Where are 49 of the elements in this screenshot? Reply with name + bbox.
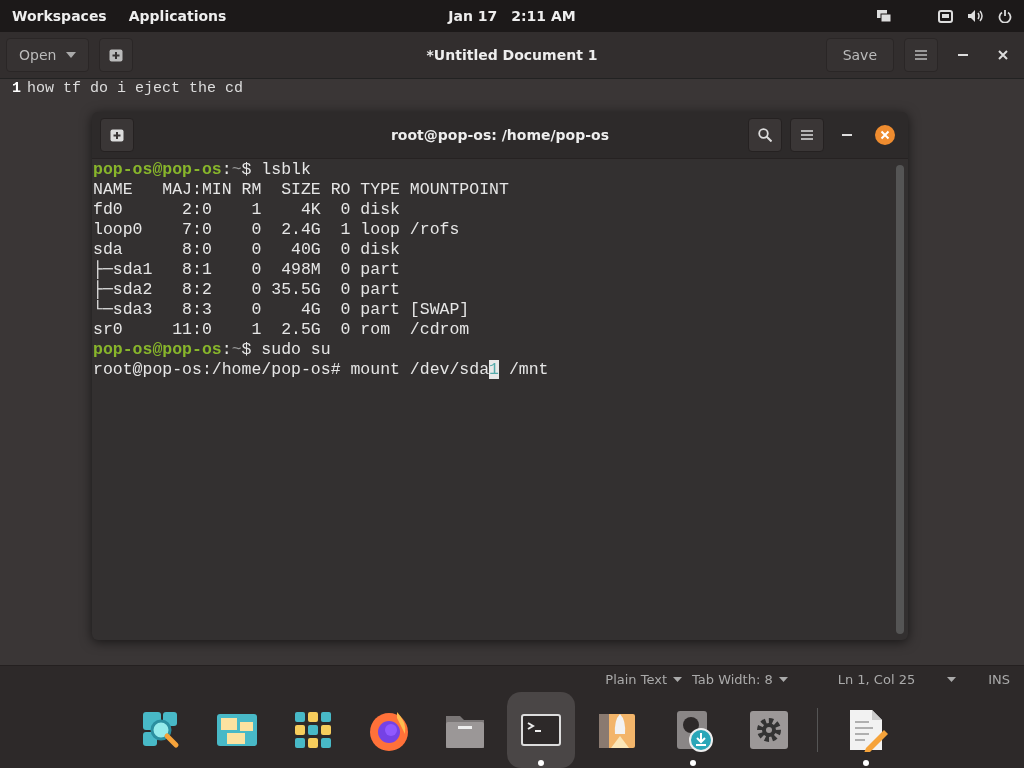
menu-button[interactable] (904, 38, 938, 72)
power-icon[interactable] (998, 9, 1012, 23)
new-tab-button[interactable] (100, 118, 134, 152)
close-icon (875, 125, 895, 145)
plus-icon (110, 128, 124, 142)
output-line: ├─sda1 8:1 0 498M 0 part (93, 260, 401, 280)
output-line: ├─sda2 8:2 0 35.5G 0 part (93, 280, 401, 300)
cursor-position: Ln 1, Col 25 (837, 671, 916, 687)
document-text: how tf do i eject the cd (27, 80, 244, 98)
caret-icon[interactable] (947, 676, 957, 682)
close-icon (998, 50, 1008, 60)
output-line: sr0 11:0 1 2.5G 0 rom /cdrom (93, 320, 471, 340)
output-line: └─sda3 8:3 0 4G 0 part [SWAP] (93, 300, 471, 320)
network-icon[interactable] (938, 9, 953, 23)
save-button[interactable]: Save (825, 38, 894, 72)
caret-icon (673, 676, 682, 682)
display-icon[interactable] (876, 9, 892, 23)
volume-icon[interactable] (967, 9, 984, 23)
insert-mode: INS (988, 671, 1010, 687)
date-text: Jan 17 (448, 8, 498, 24)
new-tab-button[interactable] (99, 38, 134, 72)
line-number: 1 (12, 80, 21, 98)
caret-icon (778, 676, 788, 682)
minimize-icon (842, 134, 852, 136)
scrollbar[interactable] (896, 165, 904, 634)
output-line: sda 8:0 0 40G 0 disk (93, 240, 401, 260)
tab-width-dropdown[interactable]: Tab Width: 8 (692, 671, 788, 687)
output-line: fd0 2:0 1 4K 0 disk (93, 200, 401, 220)
dock-item[interactable] (506, 692, 575, 768)
output-line: NAME MAJ:MIN RM SIZE RO TYPE MOUNTPOINT (93, 180, 510, 200)
language-dropdown[interactable]: Plain Text (605, 671, 682, 687)
window-title: *Untitled Document 1 (426, 47, 598, 63)
caret-icon (66, 52, 77, 58)
workspaces-button[interactable]: Workspaces (12, 8, 107, 24)
menu-icon (801, 130, 813, 140)
open-button[interactable]: Open (6, 38, 90, 72)
minimize-icon (958, 54, 968, 56)
clock-text: 2:11 AM (511, 8, 576, 24)
menu-icon (915, 50, 927, 60)
plus-icon (109, 48, 124, 62)
command-line: root@pop-os:/home/pop-os# mount /dev/sda1 /mnt (93, 360, 550, 380)
prompt-line: pop-os@pop-os:~$ lsblk (93, 160, 312, 180)
menu-button[interactable] (790, 118, 824, 152)
prompt-line: pop-os@pop-os:~$ sudo su (93, 340, 332, 360)
search-icon (758, 128, 772, 142)
window-title: root@pop-os: /home/pop-os (390, 127, 609, 143)
search-button[interactable] (748, 118, 782, 152)
applications-button[interactable]: Applications (128, 8, 227, 24)
output-line: loop0 7:0 0 2.4G 1 loop /rofs (93, 220, 461, 240)
